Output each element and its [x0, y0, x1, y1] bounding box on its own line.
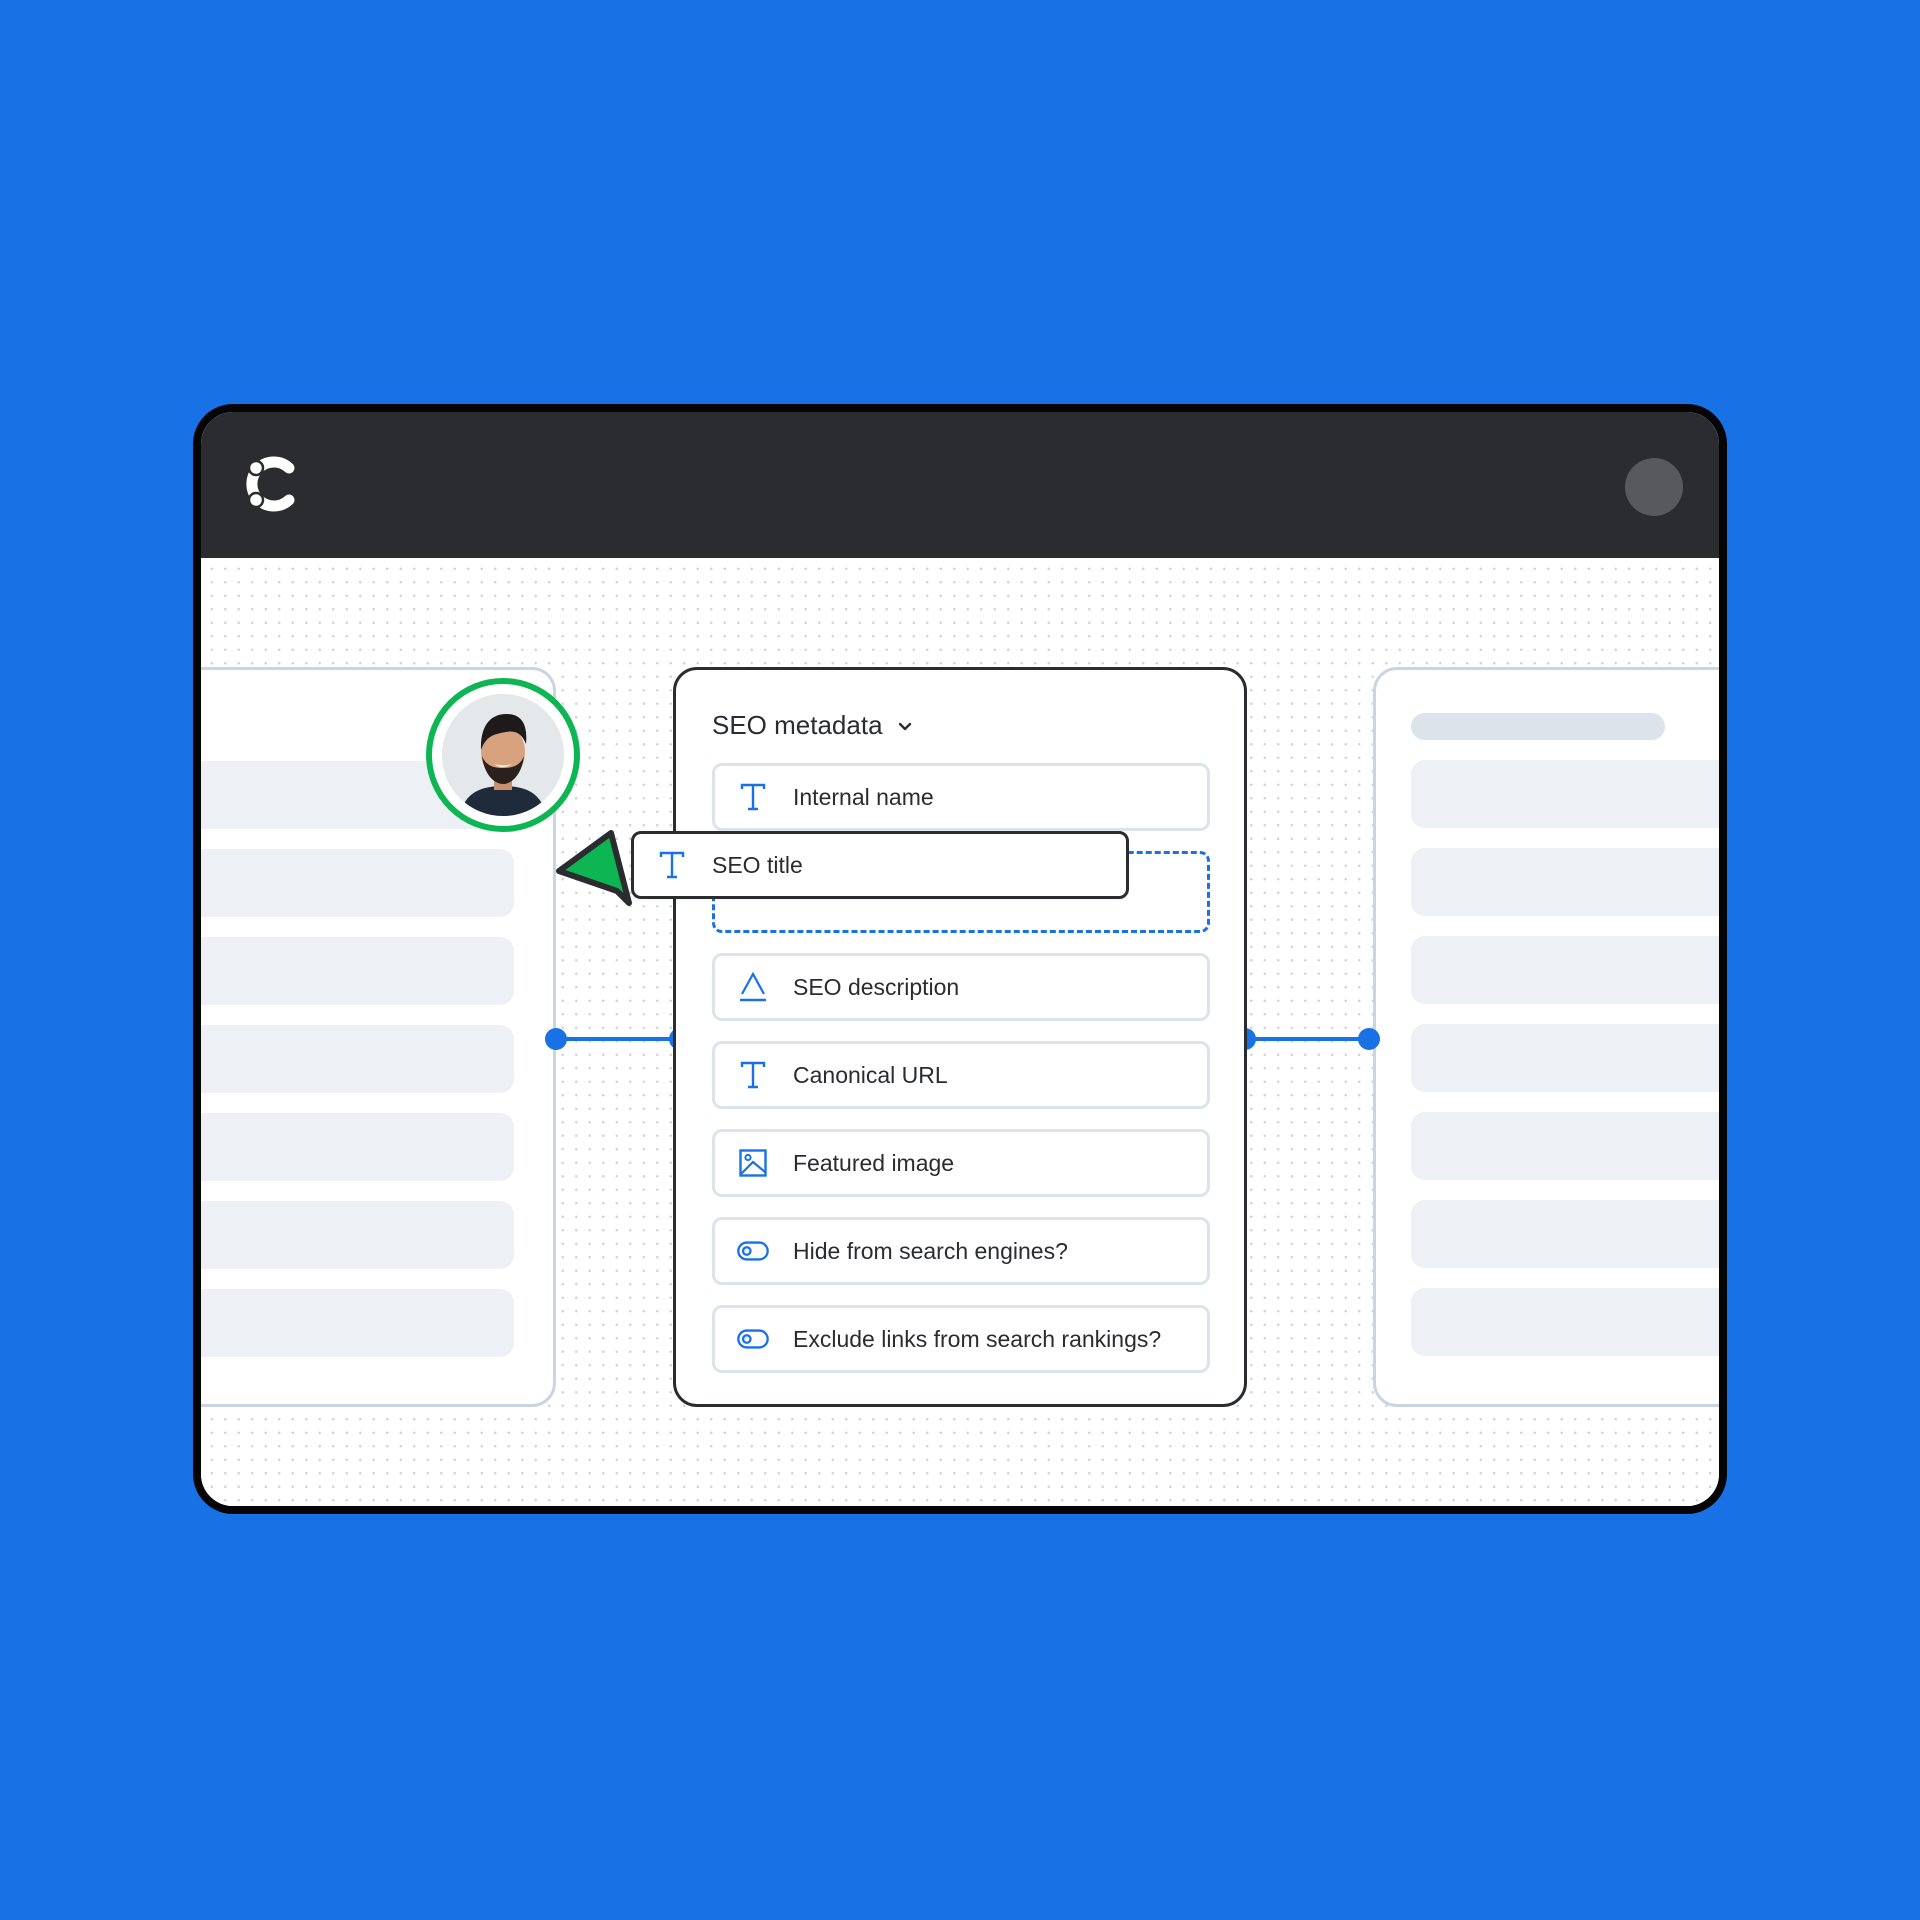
skeleton-row: [201, 849, 514, 917]
skeleton-row: [1411, 1288, 1719, 1356]
field-label: Featured image: [793, 1149, 955, 1176]
user-menu-button[interactable]: [1625, 458, 1683, 516]
skeleton-row: [1411, 1024, 1719, 1092]
content-type-title-text: SEO metadata: [712, 710, 883, 740]
field-internal-name[interactable]: Internal name: [712, 763, 1210, 831]
user-photo: [442, 694, 564, 816]
skeleton-row: [1411, 848, 1719, 916]
skeleton-row: [1411, 1112, 1719, 1180]
skeleton-row: [1411, 1200, 1719, 1268]
skeleton-row: [1411, 760, 1719, 828]
skeleton-row: [201, 937, 514, 1005]
field-canonical-url[interactable]: Canonical URL: [712, 1041, 1210, 1109]
connector-node[interactable]: [1358, 1028, 1380, 1050]
cursor-arrow-icon: [556, 830, 632, 906]
field-label: Canonical URL: [793, 1061, 948, 1088]
connector-node[interactable]: [545, 1028, 567, 1050]
rich-text-icon: [737, 971, 769, 1003]
field-exclude-links[interactable]: Exclude links from search rankings?: [712, 1305, 1210, 1373]
contentful-logo-icon[interactable]: [243, 454, 299, 514]
field-label: SEO title: [712, 851, 803, 878]
connector-right: [1244, 1037, 1368, 1041]
field-label: Hide from search engines?: [793, 1237, 1068, 1264]
seo-metadata-panel: SEO metadata Internal name SEO descripti…: [673, 667, 1247, 1407]
field-seo-description[interactable]: SEO description: [712, 953, 1210, 1021]
toggle-icon: [737, 1235, 769, 1267]
top-bar: [201, 412, 1719, 558]
content-model-canvas: SEO metadata Internal name SEO descripti…: [201, 558, 1719, 1506]
content-type-title[interactable]: SEO metadata: [712, 710, 913, 741]
field-label: Internal name: [793, 783, 934, 810]
image-icon: [737, 1147, 769, 1179]
connector-left: [556, 1037, 680, 1041]
text-icon: [737, 1059, 769, 1091]
skeleton-row: [1411, 936, 1719, 1004]
text-icon: [656, 849, 688, 881]
chevron-down-icon[interactable]: [897, 718, 913, 734]
field-label: Exclude links from search rankings?: [793, 1325, 1162, 1352]
collaborator-avatar[interactable]: [426, 678, 580, 832]
text-icon: [737, 781, 769, 813]
skeleton-row: [201, 1201, 514, 1269]
toggle-icon: [737, 1323, 769, 1355]
field-label: SEO description: [793, 973, 960, 1000]
dragged-field-seo-title[interactable]: SEO title: [631, 831, 1129, 899]
skeleton-row: [201, 1289, 514, 1357]
skeleton-row: [201, 1113, 514, 1181]
skeleton-row: [201, 1025, 514, 1093]
field-hide-from-search[interactable]: Hide from search engines?: [712, 1217, 1210, 1285]
right-content-type-panel[interactable]: [1373, 667, 1719, 1407]
field-featured-image[interactable]: Featured image: [712, 1129, 1210, 1197]
app-window: SEO metadata Internal name SEO descripti…: [193, 404, 1727, 1514]
skeleton-title: [1411, 713, 1665, 740]
